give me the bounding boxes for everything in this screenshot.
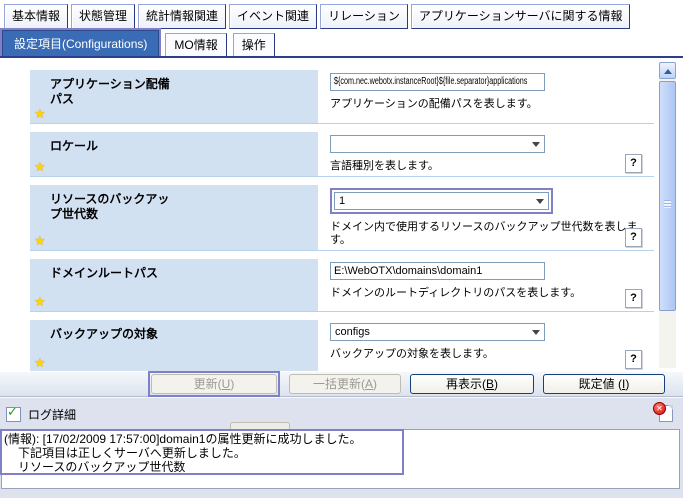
clear-log-icon[interactable]: ✕ — [653, 402, 673, 422]
log-panel: ✓ ログ詳細 ✕ (情報): [17/02/2009 17:57:00]doma… — [0, 397, 683, 498]
action-button-bar: 更新(U) 一括更新(A) 再表示(B) 既定値 (I) — [0, 371, 683, 397]
required-star-icon: ★ — [34, 160, 48, 173]
field-control-area: 言語種別を表します。 ? — [318, 132, 654, 176]
log-detail-row: ✓ ログ詳細 — [6, 406, 76, 423]
field-label: リソースのバックアップ世代数 — [50, 192, 180, 222]
field-label-cell: ドメインルートパス ★ — [30, 259, 318, 311]
help-button[interactable]: ? — [625, 289, 642, 308]
backup-target-value: configs — [335, 326, 370, 338]
field-row-domain-root: ドメインルートパス ★ E:\WebOTX\domains\domain1 ドメ… — [30, 259, 654, 312]
required-star-icon: ★ — [34, 234, 48, 247]
log-message-highlight-box: (情報): [17/02/2009 17:57:00]domain1の属性更新に… — [0, 429, 404, 475]
help-button[interactable]: ? — [625, 228, 642, 247]
update-button[interactable]: 更新(U) — [151, 374, 277, 394]
tab-statistics[interactable]: 統計情報関連 — [138, 4, 226, 29]
log-message-line: 下記項目は正しくサーバへ更新しました。 — [4, 446, 400, 460]
scrollbar-up-arrow[interactable] — [659, 62, 676, 79]
field-label-cell: バックアップの対象 ★ — [30, 320, 318, 371]
field-label: ドメインルートパス — [50, 266, 180, 281]
domain-root-value: E:\WebOTX\domains\domain1 — [334, 265, 482, 277]
tab-operations[interactable]: 操作 — [233, 33, 275, 58]
vertical-scrollbar[interactable] — [659, 62, 676, 368]
field-control-area: ${com.nec.webotx.instanceRoot}${file.sep… — [318, 70, 654, 123]
backup-generations-dropdown[interactable]: 1 — [334, 192, 549, 210]
dropdown-arrow-icon — [532, 142, 540, 151]
up-arrow-icon — [664, 69, 672, 74]
tab-configurations[interactable]: 設定項目(Configurations) — [2, 30, 159, 58]
field-row-backup-target: バックアップの対象 ★ configs バックアップの対象を表します。 ? — [30, 320, 654, 371]
field-description: ドメインのルートディレクトリのパスを表します。 — [330, 287, 654, 300]
help-button[interactable]: ? — [625, 154, 642, 173]
checkmark-icon: ✓ — [7, 404, 18, 420]
field-row-deploy-path: アプリケーション配備パス ★ ${com.nec.webotx.instance… — [30, 70, 654, 124]
refresh-button[interactable]: 再表示(B) — [410, 374, 534, 394]
scrollbar-grip-icon — [664, 200, 671, 208]
tab-bar-primary: 基本情報 状態管理 統計情報関連 イベント関連 リレーション アプリケーションサ… — [4, 4, 630, 29]
configuration-form: アプリケーション配備パス ★ ${com.nec.webotx.instance… — [0, 58, 683, 371]
tab-bar-secondary: 設定項目(Configurations) MO情報 操作 — [2, 30, 275, 58]
red-x-badge-icon: ✕ — [653, 402, 666, 415]
field-control-area: E:\WebOTX\domains\domain1 ドメインのルートディレクトリ… — [318, 259, 654, 311]
field-control-area: 1 ドメイン内で使用するリソースのバックアップ世代数を表します。 ? — [318, 185, 654, 250]
required-star-icon: ★ — [34, 356, 48, 369]
default-values-button[interactable]: 既定値 (I) — [543, 374, 665, 394]
log-detail-label: ログ詳細 — [28, 406, 76, 423]
field-row-backup-generations: リソースのバックアップ世代数 ★ 1 ドメイン内で使用するリソースのバックアップ… — [30, 185, 654, 251]
field-description: バックアップの対象を表します。 — [330, 348, 654, 361]
field-description: ドメイン内で使用するリソースのバックアップ世代数を表します。 — [330, 221, 654, 247]
deploy-path-input[interactable]: ${com.nec.webotx.instanceRoot}${file.sep… — [330, 73, 545, 91]
locale-dropdown[interactable] — [330, 135, 545, 153]
tab-mo-info[interactable]: MO情報 — [165, 33, 226, 58]
annotation-highlight-box: 1 — [330, 188, 553, 214]
field-row-locale: ロケール ★ 言語種別を表します。 ? — [30, 132, 654, 177]
log-message-line: (情報): [17/02/2009 17:57:00]domain1の属性更新に… — [4, 432, 400, 446]
domain-root-input[interactable]: E:\WebOTX\domains\domain1 — [330, 262, 545, 280]
field-description: 言語種別を表します。 — [330, 160, 654, 173]
annotation-highlight-box: 更新(U) — [148, 371, 280, 397]
backup-target-dropdown[interactable]: configs — [330, 323, 545, 341]
backup-generations-value: 1 — [339, 195, 345, 207]
tab-events[interactable]: イベント関連 — [229, 4, 317, 29]
scrollbar-thumb[interactable] — [659, 81, 676, 311]
bulk-update-button[interactable]: 一括更新(A) — [289, 374, 401, 394]
field-label-cell: ロケール ★ — [30, 132, 318, 176]
field-label-cell: リソースのバックアップ世代数 ★ — [30, 185, 318, 250]
required-star-icon: ★ — [34, 107, 48, 120]
dropdown-arrow-icon — [536, 199, 544, 208]
tab-basic-info[interactable]: 基本情報 — [4, 4, 68, 29]
document-fold-icon — [668, 405, 673, 410]
log-detail-checkbox[interactable]: ✓ — [6, 407, 21, 422]
help-button[interactable]: ? — [625, 350, 642, 369]
webotx-console-window: 基本情報 状態管理 統計情報関連 イベント関連 リレーション アプリケーションサ… — [0, 0, 683, 498]
dropdown-arrow-icon — [532, 330, 540, 339]
field-label: バックアップの対象 — [50, 327, 180, 342]
tab-state-management[interactable]: 状態管理 — [71, 4, 135, 29]
field-label: ロケール — [50, 139, 180, 154]
log-message-line: リソースのバックアップ世代数 — [4, 460, 400, 474]
required-star-icon: ★ — [34, 295, 48, 308]
field-label-cell: アプリケーション配備パス ★ — [30, 70, 318, 123]
field-control-area: configs バックアップの対象を表します。 ? — [318, 320, 654, 371]
tab-appserver-info[interactable]: アプリケーションサーバに関する情報 — [411, 4, 631, 29]
deploy-path-value: ${com.nec.webotx.instanceRoot}${file.sep… — [334, 76, 527, 87]
field-description: アプリケーションの配備パスを表します。 — [330, 98, 654, 111]
field-label: アプリケーション配備パス — [50, 77, 180, 107]
tab-relation[interactable]: リレーション — [320, 4, 408, 29]
